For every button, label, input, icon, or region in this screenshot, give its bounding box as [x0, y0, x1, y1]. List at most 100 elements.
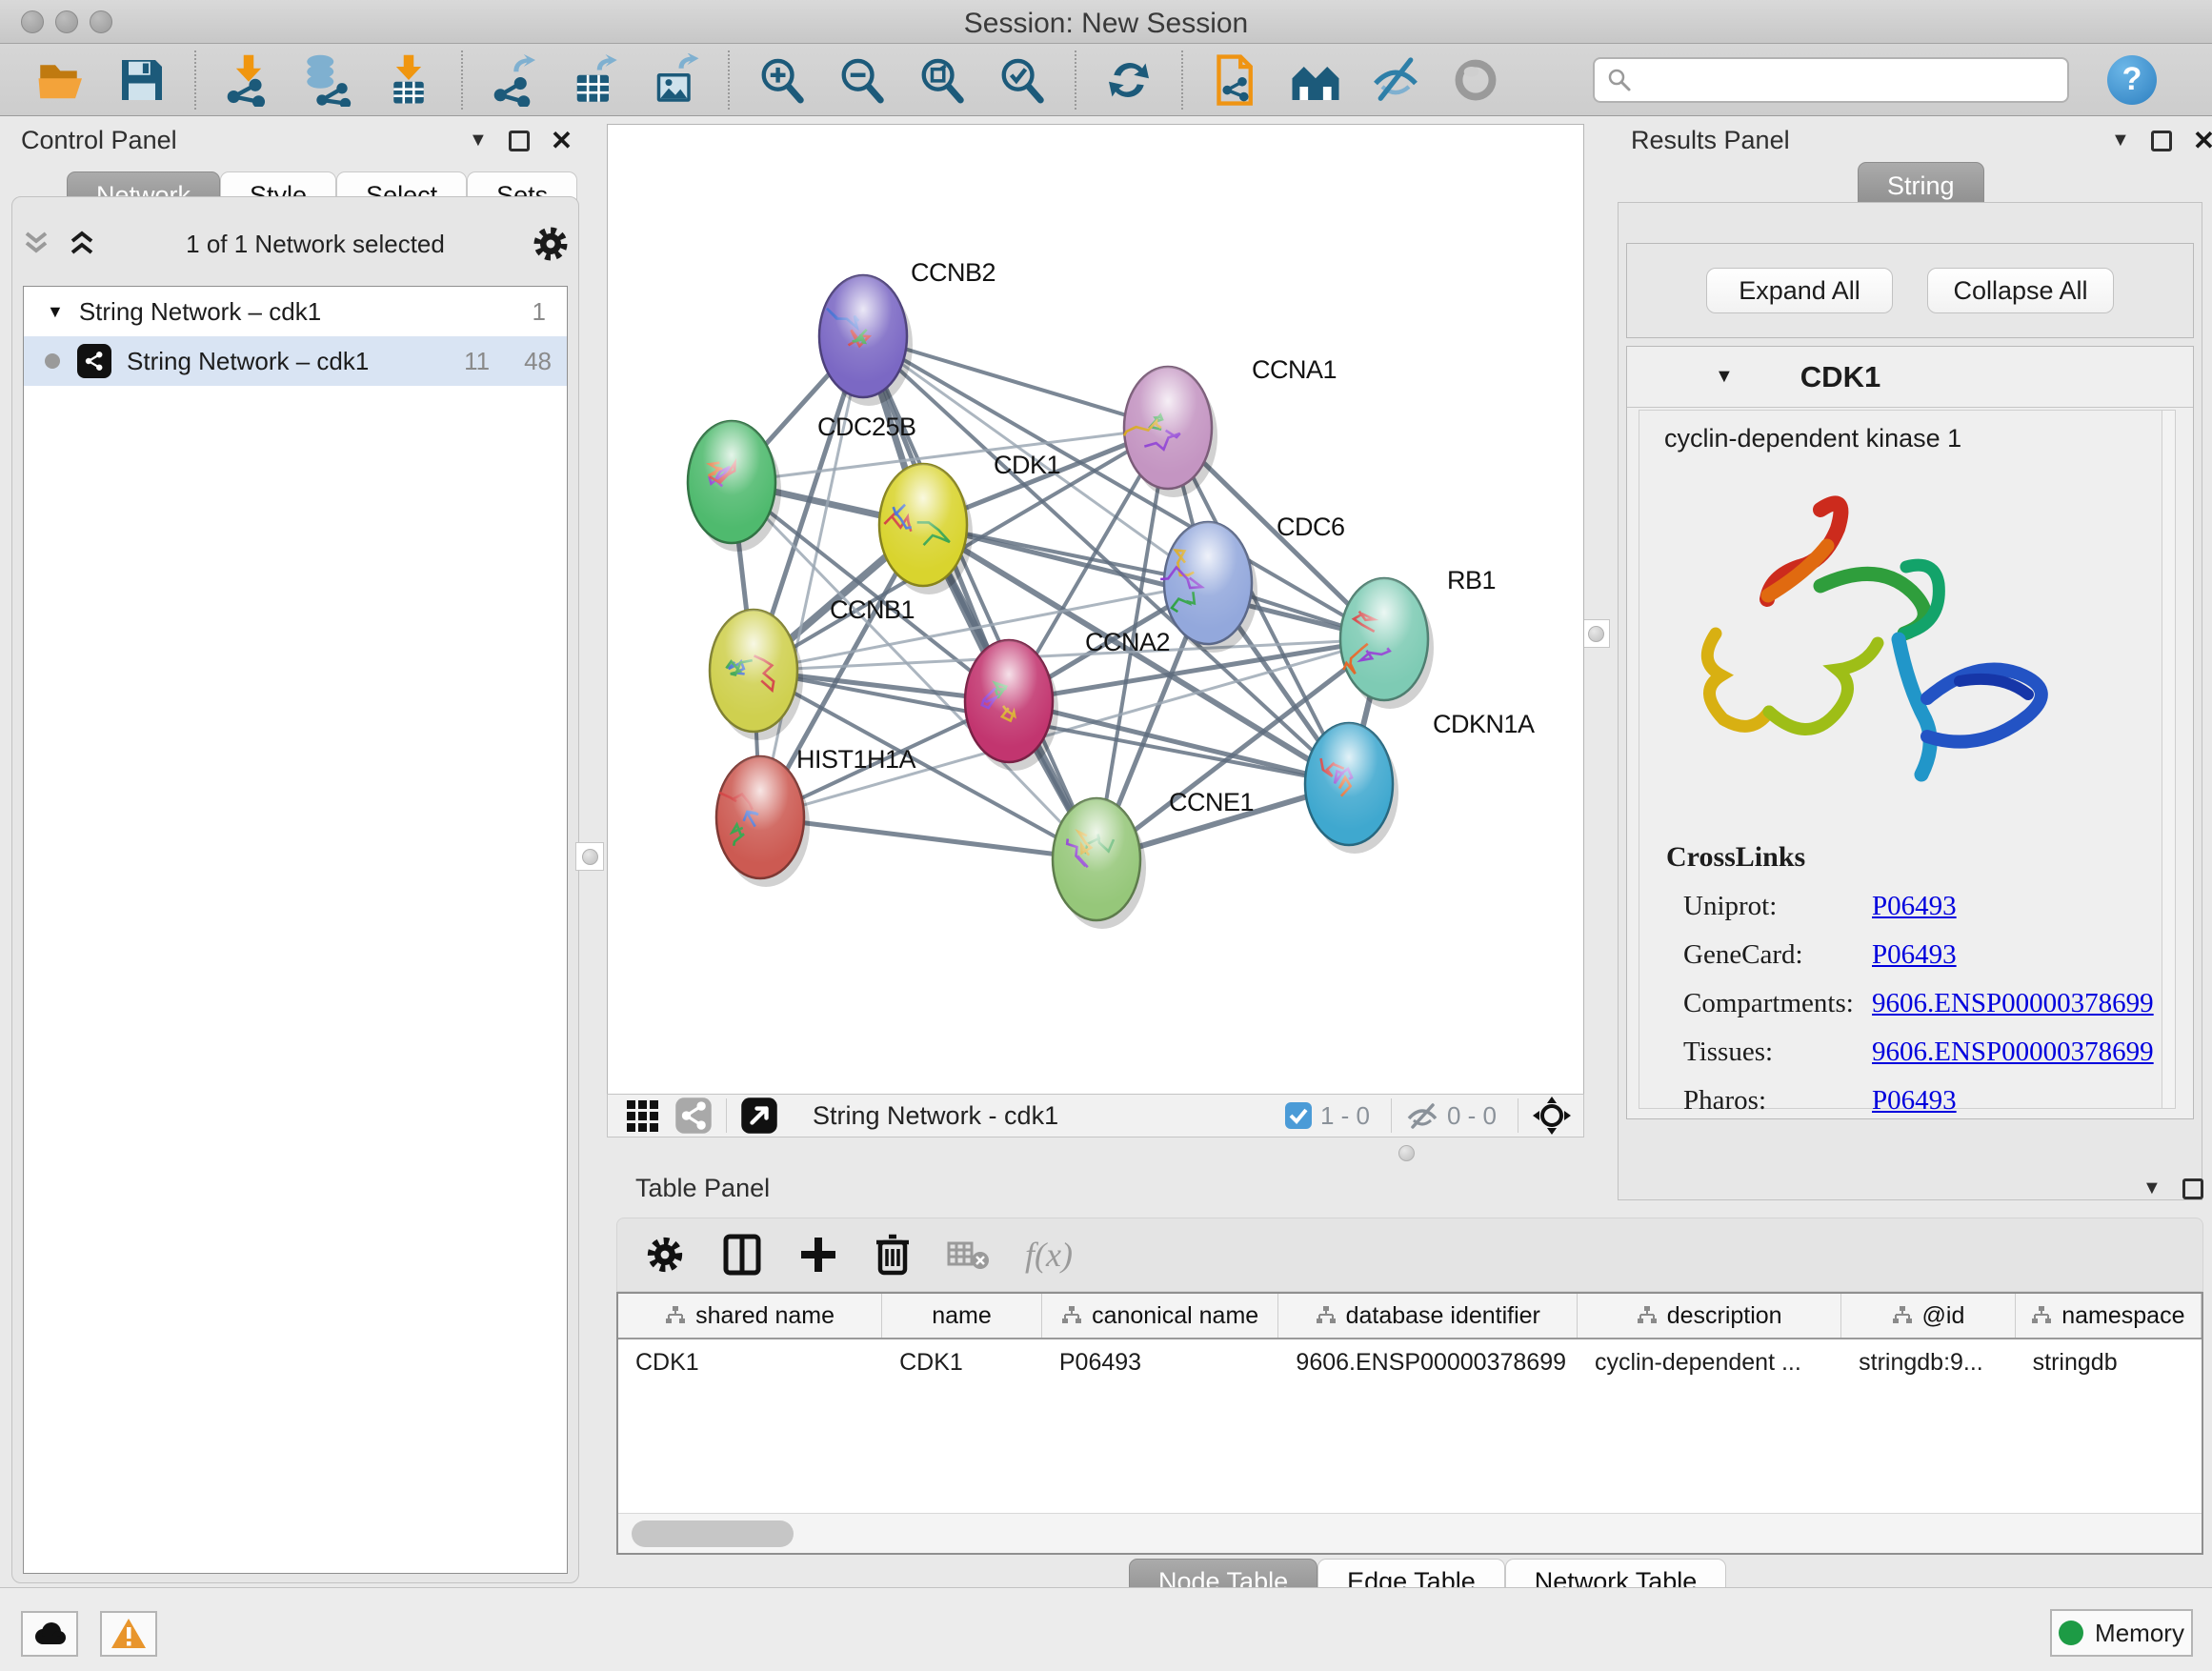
attribute-type-icon [1892, 1306, 1913, 1325]
string-homes-icon[interactable] [1288, 52, 1343, 108]
network-options-gear-icon[interactable] [532, 225, 570, 263]
network-node-CCNE1[interactable] [1053, 798, 1146, 929]
horizontal-splitter-grip[interactable] [1398, 1145, 1415, 1161]
panel-close-icon[interactable]: ✕ [2193, 131, 2212, 151]
network-collection-row[interactable]: ▼ String Network – cdk1 1 [24, 287, 567, 336]
string-results-container: Expand All Collapse All ▼ CDK1 cyclin-de… [1618, 202, 2202, 1200]
results-scroll-area: ▼ CDK1 cyclin-dependent kinase 1 [1626, 346, 2194, 1119]
column-header-name[interactable]: name [882, 1294, 1042, 1338]
table-row[interactable]: CDK1CDK1P064939606.ENSP00000378699cyclin… [618, 1339, 2202, 1385]
scrollbar-thumb[interactable] [632, 1520, 794, 1547]
network-overview-icon[interactable] [674, 1097, 713, 1135]
crosslink-link[interactable]: 9606.ENSP00000378699 [1872, 1037, 2154, 1068]
panel-menu-icon[interactable]: ▼ [2142, 1178, 2162, 1199]
column-header-canonical-name[interactable]: canonical name [1042, 1294, 1279, 1338]
collapse-all-icon[interactable] [21, 230, 53, 258]
network-view[interactable]: CCNB2CCNA1CDC25BCDK1CDC6RB1CCNB1CCNA2CDK… [607, 124, 1584, 1094]
search-input[interactable] [1640, 65, 2041, 94]
column-header-@id[interactable]: @id [1841, 1294, 2015, 1338]
detach-view-icon[interactable] [740, 1097, 778, 1135]
string-hide-glass-icon[interactable] [1368, 52, 1423, 108]
column-header-namespace[interactable]: namespace [2016, 1294, 2202, 1338]
show-columns-icon[interactable] [720, 1233, 764, 1277]
selected-count: 1 - 0 [1320, 1101, 1370, 1131]
column-header-description[interactable]: description [1578, 1294, 1841, 1338]
add-column-icon[interactable] [798, 1235, 838, 1275]
import-network-database-icon[interactable] [301, 52, 356, 108]
panel-menu-icon[interactable]: ▼ [469, 130, 488, 151]
network-node-CDKN1A[interactable] [1305, 723, 1398, 854]
column-header-label: namespace [2061, 1302, 2184, 1330]
memory-button[interactable]: Memory [2050, 1609, 2193, 1657]
network-node-HIST1H1A[interactable] [716, 756, 810, 887]
network-node-CCNB2[interactable] [819, 275, 913, 406]
apply-layout-icon[interactable] [1101, 52, 1156, 108]
network-node-CCNA2[interactable] [965, 640, 1058, 771]
warning-status-button[interactable] [100, 1611, 157, 1657]
column-header-shared-name[interactable]: shared name [618, 1294, 882, 1338]
zoom-out-icon[interactable] [835, 52, 890, 108]
node-label-CDKN1A: CDKN1A [1433, 710, 1535, 738]
export-table-icon[interactable] [568, 52, 623, 108]
table-cell[interactable]: stringdb:9... [1841, 1339, 2016, 1385]
search-box[interactable] [1593, 57, 2069, 103]
selected-checkbox-icon[interactable] [1284, 1101, 1313, 1130]
network-node-CCNB1[interactable] [710, 610, 803, 740]
table-cell[interactable]: cyclin-dependent ... [1578, 1339, 1841, 1385]
crosslink-link[interactable]: P06493 [1872, 1085, 1957, 1117]
export-image-icon[interactable] [648, 52, 703, 108]
table-cell[interactable]: stringdb [2016, 1339, 2202, 1385]
grid-view-icon[interactable] [623, 1097, 661, 1135]
node-label-CDC25B: CDC25B [817, 413, 916, 441]
table-cell[interactable]: CDK1 [882, 1339, 1042, 1385]
delete-column-icon[interactable] [873, 1233, 913, 1277]
crosslink-link[interactable]: P06493 [1872, 939, 1957, 971]
crosslink-row: GeneCard:P06493 [1666, 939, 2154, 971]
zoom-selected-icon[interactable] [995, 52, 1050, 108]
network-node-CDC6[interactable] [1160, 522, 1257, 653]
left-splitter-grip[interactable] [575, 842, 604, 871]
node-entry-header[interactable]: ▼ CDK1 [1627, 347, 2193, 408]
hidden-eye-icon [1405, 1101, 1439, 1130]
string-protein-query-icon[interactable] [1208, 52, 1263, 108]
entry-expand-icon[interactable]: ▼ [1715, 366, 1734, 388]
table-cell[interactable]: CDK1 [618, 1339, 882, 1385]
export-network-icon[interactable] [488, 52, 543, 108]
save-session-icon[interactable] [114, 52, 170, 108]
collapse-all-button[interactable]: Collapse All [1927, 268, 2114, 313]
toolbar-divider [1181, 50, 1183, 110]
divider [726, 1098, 727, 1133]
open-session-icon[interactable] [34, 52, 90, 108]
control-panel-header-icons: ▼ ✕ [469, 130, 573, 151]
help-button[interactable]: ? [2107, 55, 2157, 105]
column-header-database-identifier[interactable]: database identifier [1278, 1294, 1578, 1338]
crosslink-link[interactable]: P06493 [1872, 891, 1957, 922]
expand-all-icon[interactable] [67, 230, 99, 258]
zoom-fit-icon[interactable] [915, 52, 970, 108]
panel-float-icon[interactable] [2151, 131, 2172, 151]
table-cell[interactable]: P06493 [1042, 1339, 1279, 1385]
panel-close-icon[interactable]: ✕ [551, 131, 573, 151]
network-row[interactable]: String Network – cdk1 11 48 [24, 336, 567, 386]
panel-float-icon[interactable] [2182, 1178, 2203, 1199]
panel-float-icon[interactable] [509, 131, 530, 151]
panel-menu-icon[interactable]: ▼ [2111, 130, 2130, 151]
cloud-status-button[interactable] [21, 1611, 78, 1657]
network-node-RB1[interactable] [1340, 578, 1434, 709]
string-sphere-icon[interactable] [1448, 52, 1503, 108]
crosslink-label: Compartments: [1683, 988, 1872, 1019]
table-cell[interactable]: 9606.ENSP00000378699 [1278, 1339, 1578, 1385]
results-vertical-scrollbar[interactable] [2162, 411, 2175, 1108]
import-table-file-icon[interactable] [381, 52, 436, 108]
network-edge[interactable] [760, 817, 1096, 859]
expand-all-button[interactable]: Expand All [1706, 268, 1893, 313]
import-network-file-icon[interactable] [221, 52, 276, 108]
table-horizontal-scrollbar[interactable] [618, 1513, 2202, 1553]
node-label-CCNB2: CCNB2 [911, 258, 995, 287]
zoom-in-icon[interactable] [754, 52, 810, 108]
crosslink-row: Pharos:P06493 [1666, 1085, 2154, 1117]
birdseye-crosshair-icon[interactable] [1532, 1096, 1572, 1136]
crosslink-link[interactable]: 9606.ENSP00000378699 [1872, 988, 2154, 1019]
tree-expand-icon[interactable]: ▼ [47, 302, 64, 322]
table-options-gear-icon[interactable] [644, 1234, 686, 1276]
